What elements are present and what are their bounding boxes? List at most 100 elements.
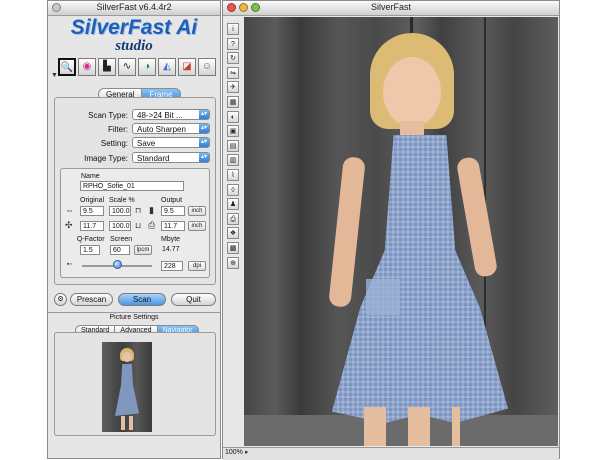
silverfast-logo: SilverFast Ai studio [48, 17, 220, 55]
scan-type-select[interactable]: 48->24 Bit ... ▴▾ [132, 109, 210, 120]
status-bar: 100% ▸ [223, 447, 559, 460]
girl-pocket [366, 279, 400, 315]
image-type-select[interactable]: Standard ▴▾ [132, 152, 210, 163]
histogram-icon[interactable]: ▙ [98, 58, 116, 76]
height-arrows-icon: ✣ [65, 220, 73, 230]
info-icon[interactable]: i [227, 23, 239, 35]
control-window-titlebar[interactable]: SilverFast v6.4.4r2 [48, 1, 220, 16]
zoom-arrow-icon[interactable]: ▸ [245, 448, 249, 456]
flip-icon[interactable]: ⇋ [227, 66, 239, 79]
dropper-icon[interactable]: ⌇ [227, 169, 239, 181]
resolution-icon: ▪◦ [67, 261, 72, 268]
girl-arm-right [455, 156, 499, 278]
girl-face [383, 57, 441, 127]
thumb-legs [121, 416, 133, 430]
chain-icon[interactable]: ⊔ [135, 221, 141, 231]
preview-image[interactable] [244, 17, 558, 446]
image-type-value: Standard [137, 154, 170, 163]
swatch-icon[interactable]: ▥ [227, 154, 239, 167]
logo-text-silverfast: SilverFast Ai [70, 16, 198, 39]
color-wheel-icon[interactable]: ◉ [78, 58, 96, 76]
frame-icon[interactable]: ▣ [227, 125, 239, 138]
mbyte-label: Mbyte [161, 236, 181, 243]
scan-button[interactable]: Scan [118, 293, 166, 306]
original-label: Original [80, 197, 105, 204]
filter-select[interactable]: Auto Sharpen ▴▾ [132, 123, 210, 134]
scale-width-input[interactable]: 100.0 [109, 206, 131, 216]
resolution-input[interactable]: 228 [161, 261, 183, 271]
girl-legs [364, 407, 460, 446]
printer-icon[interactable]: ⎙ [227, 212, 239, 225]
scan-type-label: Scan Type: [88, 111, 128, 120]
global-color-icon[interactable]: ◑ [138, 58, 156, 76]
jpeg-icon[interactable]: ▩ [227, 242, 239, 254]
qfactor-input[interactable]: 1.5 [80, 245, 100, 255]
setting-select[interactable]: Save ▴▾ [132, 137, 210, 148]
scale-label: Scale % [109, 197, 135, 204]
resolution-slider-knob[interactable] [112, 260, 122, 269]
zoom-icon[interactable]: ⊕ [227, 256, 239, 269]
silverfast-control-window: SilverFast v6.4.4r2 SilverFast Ai studio… [47, 0, 221, 459]
output-height-input[interactable]: 11.7 [161, 221, 185, 231]
multi-frame-icon[interactable]: ▤ [227, 139, 239, 152]
selective-color-icon[interactable]: ◭ [158, 58, 176, 76]
output-label: Output [161, 197, 183, 204]
preview-window-title: SilverFast [370, 2, 411, 12]
popup-arrow-icon: ▴▾ [199, 138, 209, 147]
magnifier-icon[interactable]: 🔍 [58, 58, 76, 76]
control-window-title: SilverFast v6.4.4r2 [96, 2, 172, 12]
popup-arrow-icon: ▴▾ [199, 153, 209, 162]
image-type-label: Image Type: [84, 154, 128, 163]
expand-triangle-icon[interactable]: ▼ [51, 71, 58, 81]
preferences-button[interactable]: ⚙ [54, 293, 67, 306]
thumb-dress [115, 364, 139, 416]
qfactor-label: Q-Factor [77, 236, 105, 243]
navigator-thumbnail[interactable] [102, 342, 152, 432]
divider [48, 312, 220, 313]
usm-icon[interactable]: ◪ [178, 58, 196, 76]
mbyte-value: 14.77 [162, 246, 180, 253]
zoom-value[interactable]: 100% [225, 449, 243, 456]
name-input[interactable]: RPHO_Sofie_01 [80, 181, 184, 191]
girl-arm-left [328, 156, 366, 308]
thumb-face [122, 352, 132, 362]
silverfast-preview-window: SilverFast i? ↻ ⇋ ✈ ▦ ◐ ▣ ▤ ▥ ⌇ ◊ ♟ ⎙ ❖ ▩ ⊕ 100% ▸ [222, 0, 560, 460]
screen-unit-button[interactable]: lpcm [134, 245, 152, 255]
output-width-input[interactable]: 9.5 [161, 206, 185, 216]
name-label: Name [81, 173, 100, 180]
help-icon[interactable]: ? [227, 37, 239, 50]
scan-type-value: 48->24 Bit ... [137, 111, 183, 120]
color-manage-icon[interactable]: ❖ [227, 227, 239, 240]
grid-icon[interactable]: ▦ [227, 96, 239, 108]
stamp-icon[interactable]: ♟ [227, 198, 239, 211]
preview-window-titlebar[interactable]: SilverFast [223, 1, 559, 16]
width-arrows-icon: ⇔ [65, 205, 74, 215]
quit-button[interactable]: Quit [171, 293, 216, 306]
rotate-icon[interactable]: ↻ [227, 52, 239, 65]
filter-label: Filter: [108, 125, 128, 134]
prescan-button[interactable]: Prescan [70, 293, 113, 306]
plane-icon[interactable]: ✈ [227, 81, 239, 94]
popup-arrow-icon: ▴▾ [199, 124, 209, 133]
filter-value: Auto Sharpen [137, 125, 186, 134]
proportion-icon[interactable]: ▮ [149, 205, 154, 215]
resolution-unit-button[interactable]: dpi [188, 261, 206, 271]
original-width-input[interactable]: 9.5 [80, 206, 104, 216]
expert-icon[interactable]: ☺ [198, 58, 216, 76]
lock-icon[interactable]: ⊓ [135, 206, 141, 216]
densitometer-icon[interactable]: ◊ [227, 183, 239, 196]
setting-label: Setting: [100, 139, 128, 148]
screen-label: Screen [110, 236, 133, 243]
printer-icon[interactable]: ⎙ [148, 220, 155, 230]
height-unit-button[interactable]: inch [188, 221, 206, 231]
original-height-input[interactable]: 11.7 [80, 221, 104, 231]
setting-value: Save [137, 139, 156, 148]
width-unit-button[interactable]: inch [188, 206, 206, 216]
logo-text-studio: studio [115, 38, 153, 54]
screen-input[interactable]: 60 [110, 245, 130, 255]
picture-settings-label: Picture Settings [109, 314, 159, 321]
scale-height-input[interactable]: 100.0 [109, 221, 131, 231]
popup-arrow-icon: ▴▾ [199, 110, 209, 119]
gradation-curve-icon[interactable]: ∿ [118, 58, 136, 76]
invert-icon[interactable]: ◐ [227, 110, 239, 123]
